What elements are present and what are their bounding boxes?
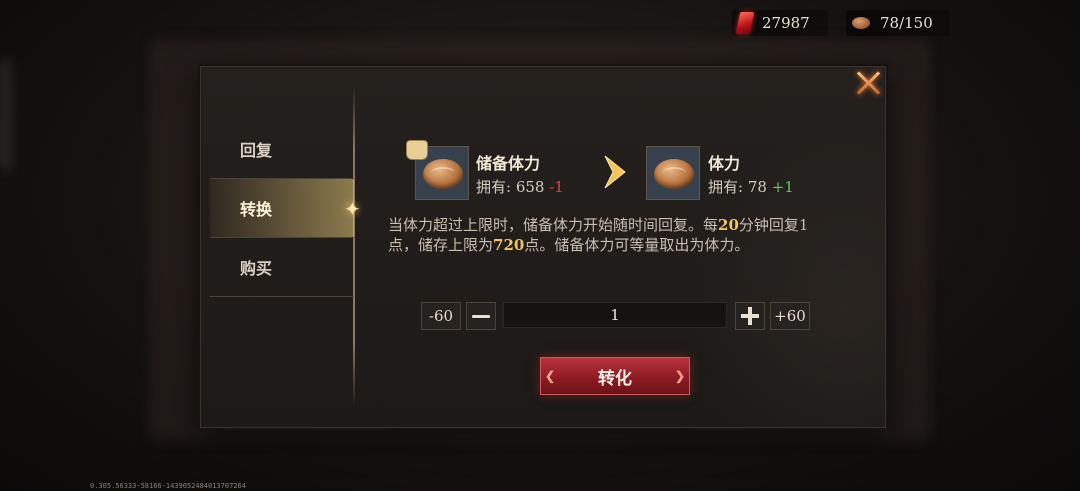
minus-60-button[interactable]: -60 <box>421 302 461 330</box>
bread-icon <box>423 159 463 189</box>
sidebar: 回复 转换 购买 <box>210 120 354 297</box>
stamina-name: 体力 <box>708 154 741 173</box>
owned-label: 拥有: 78 <box>708 178 767 196</box>
stamina-count: 78/150 <box>880 14 933 32</box>
stamina-counter[interactable]: 78/150 <box>846 10 950 36</box>
minus-60-label: -60 <box>428 307 454 325</box>
tab-recover[interactable]: 回复 <box>210 120 354 179</box>
plus-60-label: +60 <box>774 307 806 325</box>
arrow-right-icon <box>604 155 626 189</box>
minus-button[interactable] <box>466 302 496 330</box>
gem-counter[interactable]: 27987 <box>732 10 828 36</box>
build-id: 0.305.56333-58166-1439052484013707264 <box>90 482 246 490</box>
owned-delta: +1 <box>771 178 794 196</box>
description-highlight: 720 <box>493 236 525 254</box>
stamina-owned: 拥有: 78 +1 <box>708 176 794 197</box>
gem-count: 27987 <box>762 14 810 32</box>
close-icon[interactable] <box>853 68 883 98</box>
tab-convert[interactable]: 转换 <box>210 179 354 238</box>
tab-label: 回复 <box>240 141 273 160</box>
description-highlight: 20 <box>718 216 739 234</box>
plus-icon <box>741 307 759 325</box>
tab-label: 购买 <box>240 259 273 278</box>
tab-buy[interactable]: 购买 <box>210 238 354 297</box>
sparkle-icon <box>344 197 364 221</box>
reserve-stamina-owned: 拥有: 658 -1 <box>476 176 564 197</box>
description-text: 当体力超过上限时，储备体力开始随时间回复。每20分钟回复1点，储存上限为720点… <box>388 215 838 255</box>
bread-icon <box>852 17 870 29</box>
minus-icon <box>472 314 490 318</box>
gem-icon <box>735 12 755 34</box>
background-panel <box>0 60 10 170</box>
owned-label: 拥有: 658 <box>476 178 545 196</box>
convert-button[interactable]: 转化 <box>540 357 690 395</box>
convert-label: 转化 <box>598 368 632 389</box>
tab-label: 转换 <box>240 200 273 219</box>
reserve-stamina-name: 储备体力 <box>476 154 541 173</box>
plus-60-button[interactable]: +60 <box>770 302 810 330</box>
stamina-item[interactable] <box>646 146 700 200</box>
quantity-input[interactable] <box>503 302 727 328</box>
bread-icon <box>654 159 694 189</box>
plus-button[interactable] <box>735 302 765 330</box>
owned-delta: -1 <box>549 178 564 196</box>
bag-icon <box>406 140 428 160</box>
description-part: 当体力超过上限时，储备体力开始随时间回复。每 <box>388 216 719 234</box>
description-part: 点。储备体力可等量取出为体力。 <box>524 236 750 254</box>
